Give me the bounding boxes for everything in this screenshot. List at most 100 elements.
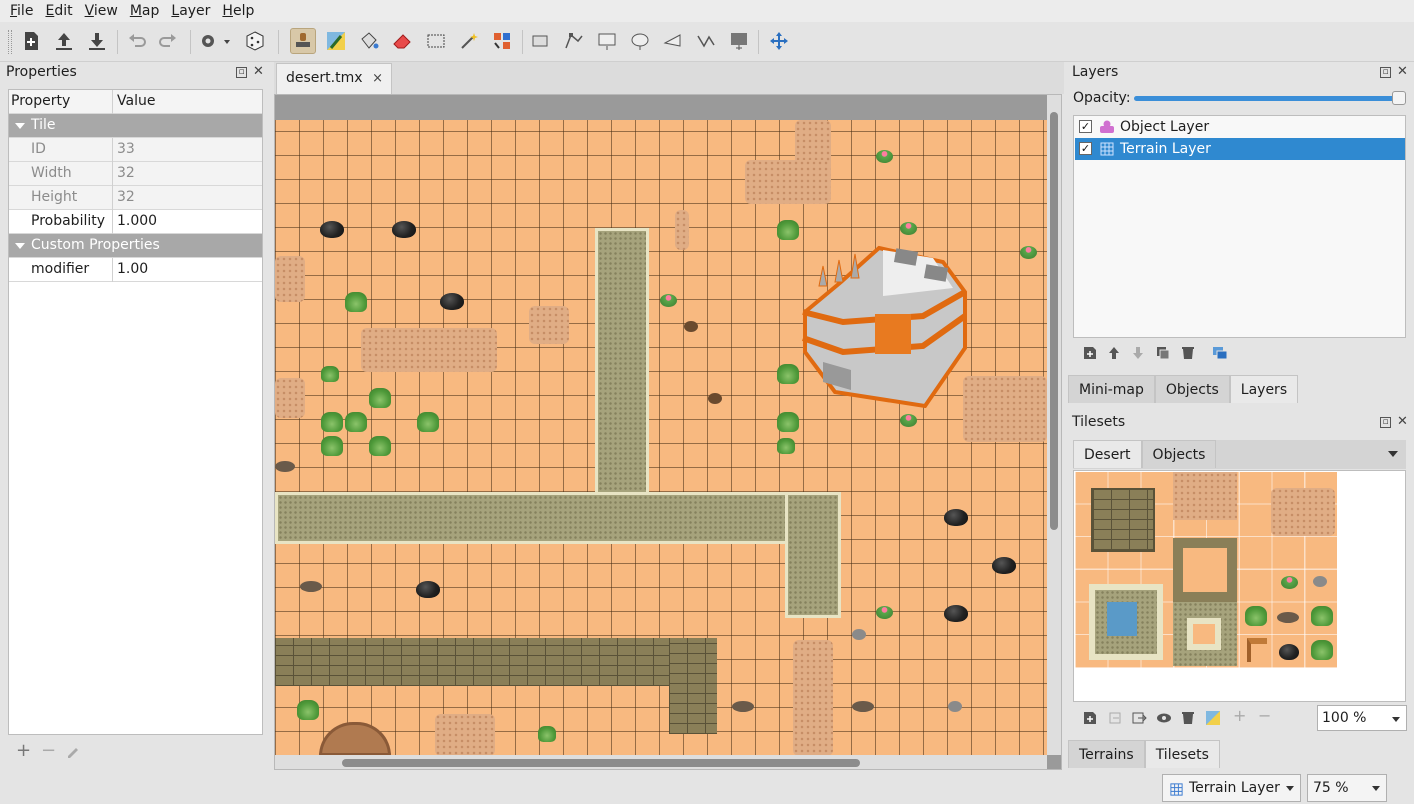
tile-road-ring[interactable] (1187, 618, 1221, 650)
bush[interactable] (321, 436, 343, 456)
bush[interactable] (538, 726, 556, 742)
add-property-button[interactable]: + (16, 740, 31, 761)
float-icon[interactable]: ▫ (1380, 417, 1391, 428)
layer-row-object-layer[interactable]: ✓ Object Layer (1075, 116, 1405, 138)
dead-shrub[interactable] (275, 461, 295, 472)
cactus[interactable] (876, 150, 893, 163)
pebble[interactable] (684, 321, 698, 332)
vertical-scroll-thumb[interactable] (1050, 112, 1058, 530)
edit-terrain-icon[interactable] (1205, 710, 1221, 726)
commands-icon[interactable] (196, 28, 234, 54)
property-value[interactable]: 1.000 (114, 210, 262, 234)
tile-bush[interactable] (1311, 606, 1333, 626)
close-tab-icon[interactable]: × (372, 64, 383, 93)
close-icon[interactable]: ✕ (1397, 415, 1408, 428)
pebble[interactable] (852, 629, 866, 640)
tab-objects[interactable]: Objects (1154, 375, 1230, 403)
insert-tile-icon[interactable] (726, 28, 752, 54)
bush[interactable] (369, 436, 391, 456)
bush[interactable] (321, 412, 343, 432)
rock[interactable] (944, 509, 968, 526)
bush[interactable] (369, 388, 391, 408)
rectangular-select-icon[interactable] (423, 28, 449, 54)
bush[interactable] (777, 220, 799, 240)
pebble[interactable] (708, 393, 722, 404)
dead-shrub[interactable] (852, 701, 874, 712)
property-row[interactable]: ID 33 (9, 138, 262, 162)
tile-cactus[interactable] (1281, 576, 1298, 589)
pebble[interactable] (948, 701, 962, 712)
insert-polyline-icon[interactable] (693, 28, 719, 54)
opacity-slider[interactable] (1134, 96, 1400, 101)
group-custom-properties[interactable]: Custom Properties (9, 234, 262, 258)
rock[interactable] (992, 557, 1016, 574)
cactus[interactable] (1020, 246, 1037, 259)
select-same-tile-icon[interactable] (489, 28, 515, 54)
menu-edit[interactable]: Edit (39, 1, 78, 21)
add-layer-icon[interactable] (1082, 345, 1098, 361)
close-icon[interactable]: ✕ (1397, 65, 1408, 78)
eye-icon[interactable] (1156, 710, 1172, 726)
rename-property-icon[interactable] (66, 744, 80, 762)
tile-water[interactable] (1107, 602, 1137, 636)
tile-pebble[interactable] (1313, 576, 1327, 587)
desert-tileset-image[interactable] (1075, 472, 1337, 668)
tab-layers[interactable]: Layers (1229, 375, 1299, 403)
remove-tileset-icon[interactable] (1180, 710, 1196, 726)
float-icon[interactable]: ▫ (1380, 67, 1391, 78)
tab-mini-map[interactable]: Mini-map (1068, 375, 1155, 403)
terrain-brush-icon[interactable] (323, 28, 349, 54)
layer-visibility-checkbox[interactable]: ✓ (1079, 120, 1092, 133)
tab-tilesets[interactable]: Tilesets (1144, 740, 1220, 768)
edit-polygons-icon[interactable] (561, 28, 587, 54)
tile-dirt[interactable] (1173, 472, 1237, 520)
menu-map[interactable]: Map (124, 1, 166, 21)
layer-visibility-checkbox[interactable]: ✓ (1079, 142, 1092, 155)
bush[interactable] (777, 412, 799, 432)
new-tileset-icon[interactable] (1082, 710, 1098, 726)
menu-file[interactable]: File (4, 1, 39, 21)
bush[interactable] (777, 438, 795, 454)
document-tab[interactable]: desert.tmx × (276, 63, 392, 94)
bush[interactable] (321, 366, 339, 382)
layer-row-terrain-layer[interactable]: ✓ Terrain Layer (1075, 138, 1405, 160)
cactus[interactable] (900, 414, 917, 427)
bush[interactable] (345, 412, 367, 432)
tile-signpost[interactable] (1247, 638, 1267, 662)
bush[interactable] (777, 364, 799, 384)
menu-layer[interactable]: Layer (165, 1, 216, 21)
cactus[interactable] (660, 294, 677, 307)
move-icon[interactable] (766, 28, 792, 54)
open-icon[interactable] (51, 28, 77, 54)
tile-dirt[interactable] (1271, 488, 1335, 536)
tile-bush[interactable] (1311, 640, 1333, 660)
factory-building[interactable] (799, 242, 967, 409)
bush[interactable] (417, 412, 439, 432)
current-layer-select[interactable]: Terrain Layer (1162, 774, 1301, 802)
horizontal-scroll-thumb[interactable] (342, 759, 860, 767)
eraser-icon[interactable] (389, 28, 415, 54)
menu-view[interactable]: View (79, 1, 124, 21)
tileset-menu-icon[interactable] (1388, 451, 1398, 457)
rock[interactable] (320, 221, 344, 238)
float-icon[interactable]: ▫ (236, 67, 247, 78)
property-row[interactable]: modifier 1.00 (9, 258, 262, 282)
redo-icon[interactable] (155, 28, 181, 54)
remove-property-button[interactable]: − (41, 740, 56, 761)
save-icon[interactable] (84, 28, 110, 54)
property-row[interactable]: Height 32 (9, 186, 262, 210)
menu-help[interactable]: Help (216, 1, 260, 21)
random-mode-icon[interactable] (242, 28, 268, 54)
rock[interactable] (416, 581, 440, 598)
property-row[interactable]: Probability 1.000 (9, 210, 262, 234)
toolbar-grip[interactable] (8, 30, 12, 54)
duplicate-layer-icon[interactable] (1155, 345, 1171, 361)
undo-icon[interactable] (124, 28, 150, 54)
tile-rock[interactable] (1279, 644, 1299, 660)
map-canvas[interactable] (275, 120, 1047, 756)
rock[interactable] (440, 293, 464, 310)
bush[interactable] (345, 292, 367, 312)
tile-brick-frame[interactable] (1173, 538, 1237, 602)
new-map-icon[interactable] (18, 28, 44, 54)
tile-brick[interactable] (1091, 488, 1155, 552)
